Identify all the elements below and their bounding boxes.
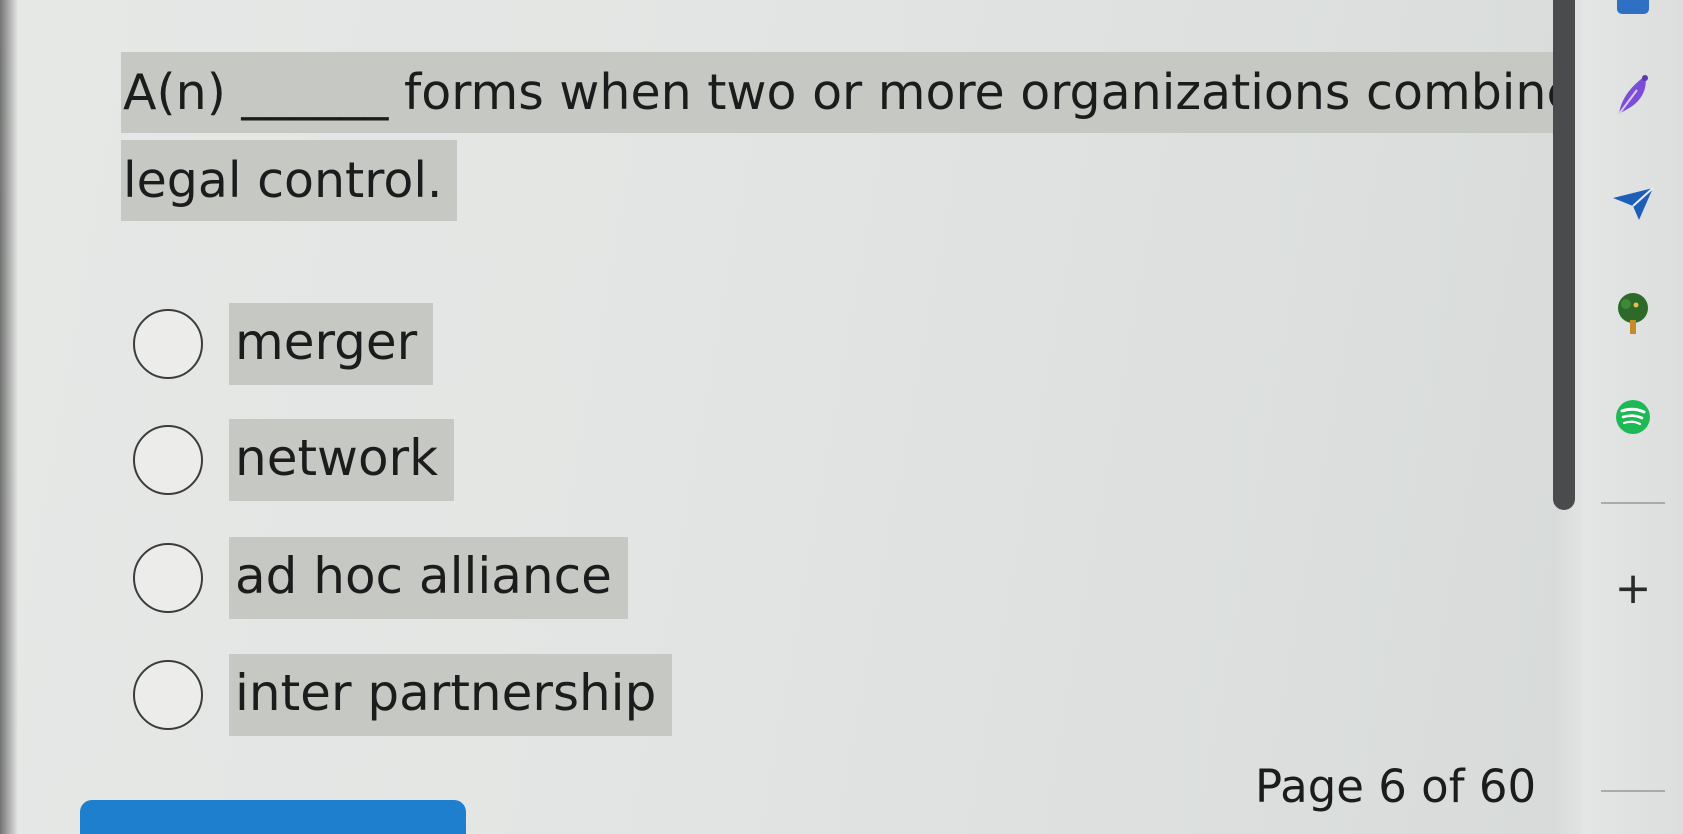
browser-sidebar: + [1583,0,1683,834]
sidebar-divider [1601,502,1665,504]
app-icon[interactable] [1609,0,1657,26]
tree-icon[interactable] [1609,290,1657,338]
screen-edge-shadow [0,0,18,834]
page-indicator: Page 6 of 60 [1255,760,1537,813]
answer-option-network[interactable]: network [133,419,455,501]
scrollbar-thumb[interactable] [1553,0,1575,510]
radio-button[interactable] [133,543,203,613]
answer-option-label[interactable]: network [229,419,455,501]
add-icon[interactable]: + [1609,565,1657,613]
quiz-screen: A(n) ______ forms when two or more organ… [0,0,1683,834]
radio-button[interactable] [133,660,203,730]
answer-option-inter-partnership[interactable]: inter partnership [133,654,673,736]
question-panel: A(n) ______ forms when two or more organ… [0,0,1585,834]
radio-button[interactable] [133,425,203,495]
answer-option-label[interactable]: inter partnership [229,654,673,736]
question-text-line-1: A(n) ______ forms when two or more organ… [121,52,1585,133]
answer-option-label[interactable]: merger [229,303,434,385]
radio-button[interactable] [133,309,203,379]
sidebar-divider [1601,790,1665,792]
answer-option-ad-hoc-alliance[interactable]: ad hoc alliance [133,537,628,619]
answer-option-merger[interactable]: merger [133,303,434,385]
spotify-icon[interactable] [1609,393,1657,441]
question-text-line-2: legal control. [121,140,457,221]
send-icon[interactable] [1609,180,1657,228]
feather-icon[interactable] [1609,70,1657,118]
next-button[interactable] [80,800,466,834]
answer-option-label[interactable]: ad hoc alliance [229,537,628,619]
